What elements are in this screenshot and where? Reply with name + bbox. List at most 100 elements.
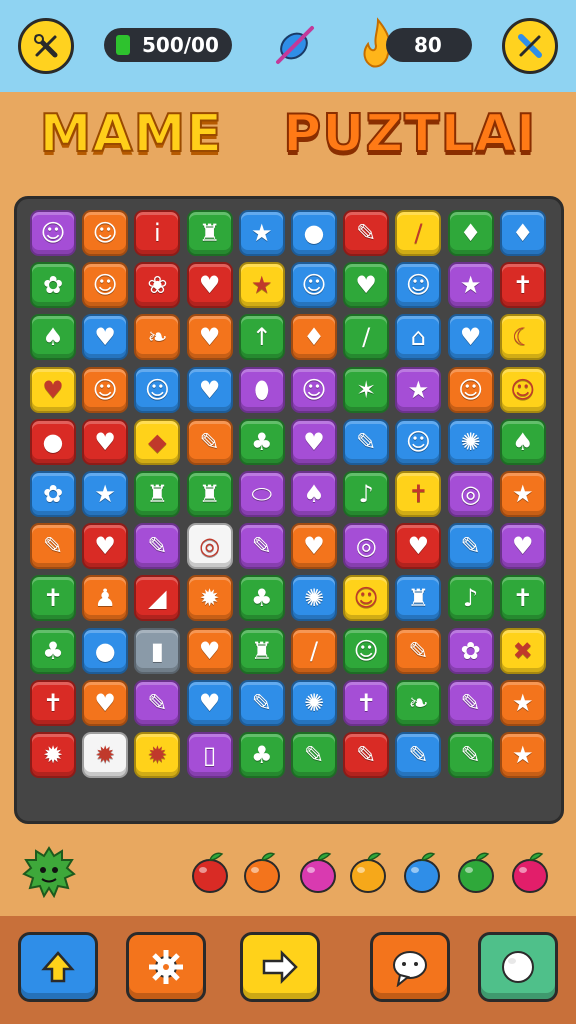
orange-icon[interactable] — [242, 850, 282, 894]
board-tile[interactable]: ♥ — [499, 523, 546, 570]
apple-icon[interactable] — [190, 850, 230, 894]
board-tile[interactable]: ♜ — [395, 575, 442, 622]
board-tile[interactable]: ✝ — [30, 575, 76, 622]
board-tile[interactable]: i — [134, 210, 181, 256]
board-tile[interactable]: ✹ — [186, 575, 233, 622]
board-tile[interactable]: ✎ — [395, 732, 442, 778]
board-tile[interactable]: ✎ — [447, 679, 494, 726]
board-tile[interactable]: ● — [30, 418, 76, 465]
board-tile[interactable]: ♥ — [186, 679, 233, 726]
board-tile[interactable]: ♜ — [186, 471, 233, 517]
board-tile[interactable]: ☺ — [82, 366, 129, 413]
board-tile[interactable]: ☺ — [499, 366, 546, 413]
board-tile[interactable]: ❧ — [134, 314, 181, 361]
board-tile[interactable]: ♥ — [291, 418, 337, 465]
board-tile[interactable]: ♪ — [343, 471, 390, 517]
board-tile[interactable]: ★ — [238, 262, 285, 309]
board-tile[interactable]: ◎ — [343, 523, 390, 570]
board-tile[interactable]: ♥ — [343, 262, 390, 309]
board-tile[interactable]: ◆ — [134, 418, 181, 465]
board-tile[interactable]: ♥ — [30, 366, 76, 413]
board-tile[interactable]: ✎ — [447, 523, 494, 570]
board-tile[interactable]: ♣ — [238, 732, 285, 778]
menu-button[interactable] — [478, 932, 558, 1002]
board-tile[interactable]: ✎ — [447, 732, 494, 778]
board-tile[interactable]: ♣ — [238, 575, 285, 622]
board-tile[interactable]: ♥ — [447, 314, 494, 361]
board-tile[interactable]: ★ — [499, 471, 546, 517]
board-tile[interactable]: ☺ — [30, 210, 76, 256]
board-tile[interactable]: ☺ — [395, 418, 442, 465]
board-tile[interactable]: ✹ — [30, 732, 76, 778]
board-tile[interactable]: ♥ — [82, 314, 129, 361]
board-tile[interactable]: ♥ — [186, 366, 233, 413]
leaf-icon[interactable] — [456, 850, 496, 894]
board-tile[interactable]: ♣ — [238, 418, 285, 465]
chat-button[interactable] — [370, 932, 450, 1002]
board-tile[interactable]: ✎ — [343, 418, 390, 465]
board-tile[interactable]: ♥ — [82, 679, 129, 726]
board-tile[interactable]: ▮ — [134, 627, 181, 674]
board-tile[interactable]: ★ — [395, 366, 442, 413]
tools-button[interactable] — [18, 18, 74, 74]
board-tile[interactable]: ♪ — [447, 575, 494, 622]
board-tile[interactable]: ⬭ — [238, 471, 285, 517]
rocket-icon[interactable] — [268, 20, 320, 72]
board-tile[interactable]: ✺ — [447, 418, 494, 465]
board-tile[interactable]: ● — [82, 627, 129, 674]
board-tile[interactable]: ❀ — [134, 262, 181, 309]
board-tile[interactable]: ♣ — [30, 627, 76, 674]
board-tile[interactable]: ✖ — [499, 627, 546, 674]
board-tile[interactable]: ☺ — [343, 627, 390, 674]
board-tile[interactable]: / — [343, 314, 390, 361]
board-tile[interactable]: ☺ — [82, 262, 129, 309]
close-button[interactable] — [502, 18, 558, 74]
board-tile[interactable]: ★ — [238, 210, 285, 256]
board-tile[interactable]: ✝ — [30, 679, 76, 726]
board-tile[interactable]: ✎ — [291, 732, 337, 778]
board-tile[interactable]: ♦ — [499, 210, 546, 256]
board-tile[interactable]: ★ — [447, 262, 494, 309]
board-tile[interactable]: ♜ — [238, 627, 285, 674]
board-tile[interactable]: ♦ — [447, 210, 494, 256]
board-tile[interactable]: ☺ — [447, 366, 494, 413]
board-tile[interactable]: / — [395, 210, 442, 256]
home-button[interactable] — [18, 932, 98, 1002]
berry-icon[interactable] — [298, 850, 338, 894]
board-tile[interactable]: ♜ — [134, 471, 181, 517]
board-tile[interactable]: ✎ — [134, 679, 181, 726]
board-tile[interactable]: ♠ — [291, 471, 337, 517]
board-tile[interactable]: ♥ — [82, 418, 129, 465]
board-tile[interactable]: ● — [291, 210, 337, 256]
board-tile[interactable]: ♟ — [82, 575, 129, 622]
board-tile[interactable]: ✹ — [82, 732, 129, 778]
cherry-icon[interactable] — [510, 850, 550, 894]
board-tile[interactable]: ☺ — [134, 366, 181, 413]
board-tile[interactable]: ♠ — [30, 314, 76, 361]
board-tile[interactable]: ⬮ — [238, 366, 285, 413]
board-tile[interactable]: ◢ — [134, 575, 181, 622]
settings-button[interactable] — [126, 932, 206, 1002]
board-tile[interactable]: ✝ — [343, 679, 390, 726]
board-tile[interactable]: ♜ — [186, 210, 233, 256]
board-tile[interactable]: ▯ — [186, 732, 233, 778]
board-tile[interactable]: ★ — [82, 471, 129, 517]
board-tile[interactable]: ✎ — [30, 523, 76, 570]
board-tile[interactable]: ✿ — [30, 471, 76, 517]
board-tile[interactable]: ★ — [499, 732, 546, 778]
board-tile[interactable]: ♥ — [186, 627, 233, 674]
board-tile[interactable]: ◎ — [186, 523, 233, 570]
lemon-icon[interactable] — [348, 850, 388, 894]
board-tile[interactable]: ✺ — [291, 575, 337, 622]
board-tile[interactable]: ✎ — [343, 210, 390, 256]
drop-icon[interactable] — [402, 850, 442, 894]
board-tile[interactable]: ♥ — [186, 262, 233, 309]
board-tile[interactable]: ◎ — [447, 471, 494, 517]
board-tile[interactable]: ↑ — [238, 314, 285, 361]
board-tile[interactable]: ✝ — [499, 262, 546, 309]
board-tile[interactable]: ☺ — [395, 262, 442, 309]
board-tile[interactable]: ✶ — [343, 366, 390, 413]
board-tile[interactable]: ✿ — [30, 262, 76, 309]
board-tile[interactable]: ✎ — [238, 523, 285, 570]
board-tile[interactable]: ♥ — [82, 523, 129, 570]
